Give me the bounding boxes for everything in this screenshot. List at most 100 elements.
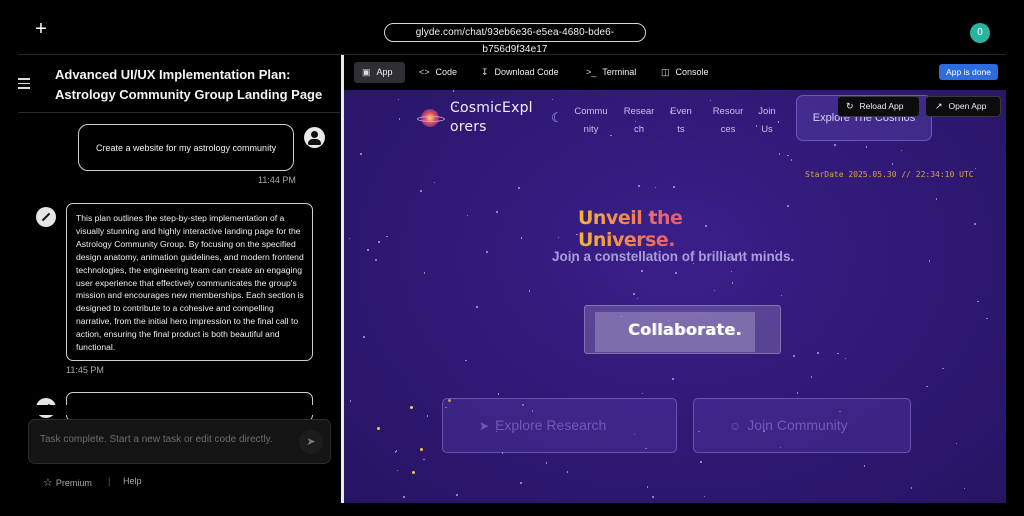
star-dot xyxy=(520,237,523,239)
assistant-message: This plan outlines the step-by-step impl… xyxy=(66,203,313,361)
star-dot xyxy=(928,260,931,262)
tab-label: Code xyxy=(435,67,458,77)
star-dot xyxy=(397,98,400,101)
chat-input-container xyxy=(28,419,331,464)
moon-icon[interactable]: ☾ xyxy=(551,110,563,126)
nav-events[interactable]: Even ts xyxy=(666,103,696,139)
button-label: Join Community xyxy=(747,417,848,433)
user-avatar[interactable]: 0 xyxy=(970,23,990,43)
star-dot xyxy=(395,450,398,452)
star-dot xyxy=(790,159,793,161)
star-dot xyxy=(730,270,733,273)
star-dot xyxy=(360,153,362,155)
star-dot xyxy=(926,385,928,388)
star-dot xyxy=(986,317,988,320)
star-dot xyxy=(703,495,706,498)
brand-line: orers xyxy=(450,119,487,135)
star-dot xyxy=(778,153,781,155)
url-bar[interactable]: glyde.com/chat/93eb6e36-e5ea-4680-bde6-b… xyxy=(384,23,646,55)
star-dot xyxy=(420,190,422,192)
app-window-icon: ▣ xyxy=(362,67,371,77)
tab-download-code[interactable]: ↧ Download Code xyxy=(481,62,559,83)
tab-label: Console xyxy=(675,67,709,77)
chat-header-divider xyxy=(18,112,340,113)
star-dot xyxy=(810,376,813,378)
star-dot xyxy=(375,259,377,261)
nav-community[interactable]: Commu nity xyxy=(568,103,614,139)
star-dot xyxy=(545,462,548,464)
star-dot xyxy=(654,186,657,189)
menu-icon[interactable] xyxy=(18,78,30,92)
star-dot xyxy=(496,211,498,213)
open-app-button[interactable]: ↗ Open App xyxy=(925,96,1001,117)
gold-star-dot xyxy=(410,406,413,409)
stardate-readout: StarDate 2025.05.30 // 22:34:10 UTC xyxy=(805,170,974,179)
star-dot xyxy=(348,237,351,239)
star-dot xyxy=(817,352,819,354)
nav-join-us[interactable]: Join Us xyxy=(752,103,782,139)
tab-console[interactable]: ◫ Console xyxy=(661,62,709,83)
reload-label: Reload App xyxy=(859,101,904,111)
code-brackets-icon: <> xyxy=(419,67,430,77)
tab-label: Download Code xyxy=(494,67,559,77)
star-dot xyxy=(452,90,455,92)
users-icon: ☺ xyxy=(729,419,742,433)
star-dot xyxy=(378,241,380,243)
star-dot xyxy=(520,482,522,484)
star-dot xyxy=(793,355,795,357)
star-dot xyxy=(963,487,966,490)
nav-resources[interactable]: Resour ces xyxy=(703,103,753,139)
star-dot xyxy=(713,289,716,292)
star-dot xyxy=(780,294,783,297)
star-dot xyxy=(900,149,903,152)
star-dot xyxy=(955,442,958,445)
star-dot xyxy=(796,392,799,394)
star-dot xyxy=(557,236,560,239)
tab-app[interactable]: ▣ App xyxy=(354,62,405,83)
send-icon[interactable]: ➤ xyxy=(299,430,323,454)
star-dot xyxy=(636,297,639,300)
star-dot xyxy=(700,461,702,463)
user-avatar-icon xyxy=(304,127,325,148)
gold-star-dot xyxy=(420,448,423,451)
star-dot xyxy=(675,272,677,274)
star-dot xyxy=(652,496,654,498)
star-dot xyxy=(709,99,712,102)
planet-logo-icon[interactable] xyxy=(417,109,445,127)
star-dot xyxy=(423,272,426,274)
star-dot xyxy=(641,392,644,395)
nav-research[interactable]: Resear ch xyxy=(619,103,659,139)
star-dot xyxy=(367,249,369,251)
star-dot xyxy=(518,187,520,189)
star-dot xyxy=(528,290,531,292)
external-link-icon: ↗ xyxy=(935,101,943,111)
star-dot xyxy=(974,223,976,225)
download-icon: ↧ xyxy=(481,67,489,77)
star-dot xyxy=(476,306,478,308)
star-dot xyxy=(456,494,458,496)
star-dot xyxy=(891,163,894,165)
help-link[interactable]: Help xyxy=(123,476,142,486)
tab-terminal[interactable]: >_ Terminal xyxy=(586,62,636,83)
star-dot xyxy=(497,393,500,395)
tab-label: App xyxy=(376,67,393,77)
star-dot xyxy=(787,205,789,207)
explore-research-button[interactable]: ➤ Explore Research xyxy=(442,398,677,453)
hero-headline: Unveil the Universe. xyxy=(578,207,778,251)
premium-link[interactable]: ☆ Premium xyxy=(43,476,92,489)
reload-app-button[interactable]: ↻ Reload App xyxy=(837,96,920,117)
terminal-icon: >_ xyxy=(586,67,597,77)
site-brand[interactable]: CosmicExpl orers xyxy=(450,99,545,137)
star-dot xyxy=(423,458,425,461)
star-dot xyxy=(638,185,640,187)
star-dot xyxy=(942,367,944,370)
tab-code[interactable]: <> Code xyxy=(419,62,457,83)
star-dot xyxy=(566,471,569,473)
chat-input[interactable] xyxy=(40,434,290,445)
join-community-button[interactable]: ☺ Join Community xyxy=(693,398,911,453)
star-dot xyxy=(396,469,399,472)
message-timestamp: 11:45 PM xyxy=(66,365,104,375)
brand-line: CosmicExpl xyxy=(450,100,533,116)
new-chat-button[interactable]: + xyxy=(34,19,48,39)
star-dot xyxy=(349,400,352,402)
